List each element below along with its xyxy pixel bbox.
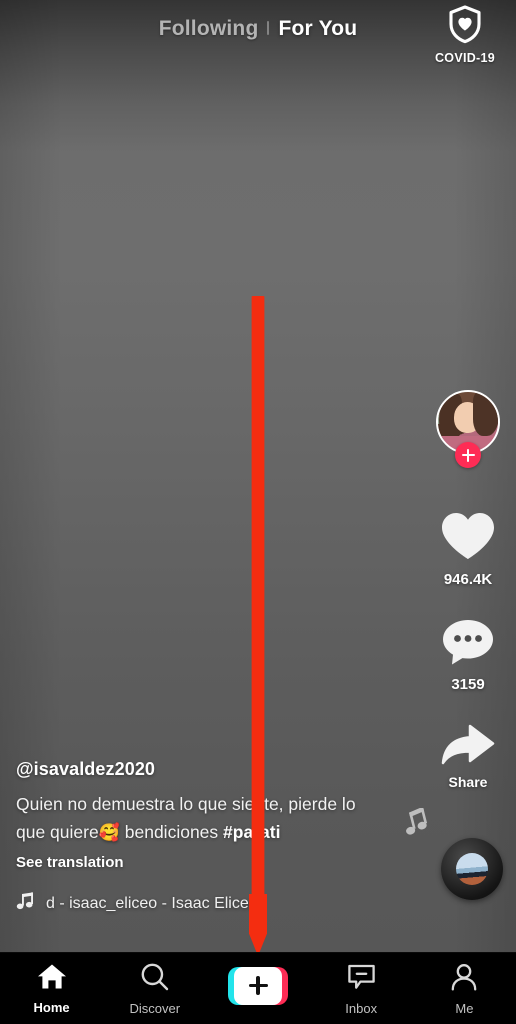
like-count: 946.4K: [443, 571, 493, 588]
tab-following[interactable]: Following: [150, 18, 268, 39]
share-arrow-icon: [441, 724, 495, 771]
search-icon: [140, 962, 169, 996]
video-caption-block: @isavaldez2020 Quien no demuestra lo que…: [16, 759, 388, 916]
music-note-icon: [16, 892, 35, 916]
comment-count: 3159: [451, 676, 485, 693]
inbox-icon: [347, 963, 376, 996]
see-translation-link[interactable]: See translation: [16, 854, 388, 871]
person-icon: [450, 963, 478, 996]
bottom-navigation-bar: Home Discover Inbox Me: [0, 952, 516, 1024]
nav-label-discover: Discover: [129, 1001, 181, 1016]
floating-music-notes-icon: [400, 806, 434, 840]
smiling-face-with-hearts-emoji: 🥰: [98, 823, 120, 842]
song-row[interactable]: d - isaac_eliceo - Isaac Eliceo: [16, 892, 388, 916]
nav-item-discover[interactable]: Discover: [103, 953, 206, 1024]
description-line-2b: bendiciones: [119, 822, 219, 842]
creator-handle[interactable]: @isavaldez2020: [16, 759, 388, 780]
tab-for-you[interactable]: For You: [269, 18, 366, 39]
video-description: Quien no demuestra lo que siente, pierde…: [16, 790, 388, 847]
covid-19-badge[interactable]: COVID-19: [428, 4, 502, 65]
record-cover-art: [456, 853, 488, 885]
hashtag-parati[interactable]: #parati: [223, 822, 280, 842]
action-rail: 946.4K 3159 Share: [420, 390, 516, 789]
nav-item-inbox[interactable]: Inbox: [310, 953, 413, 1024]
share-button[interactable]: Share: [441, 724, 495, 789]
spinning-record-disc[interactable]: [441, 838, 503, 900]
plus-icon-vertical: [466, 448, 470, 462]
song-title: d - isaac_eliceo - Isaac Eliceo: [46, 895, 258, 912]
comment-button[interactable]: 3159: [441, 617, 495, 692]
plus-vertical: [256, 976, 260, 995]
shield-heart-icon: [446, 4, 484, 49]
nav-label-home: Home: [33, 1000, 70, 1015]
create-plus-icon[interactable]: [228, 966, 288, 1005]
description-line-1: Quien no demuestra lo que siente,: [16, 794, 284, 814]
nav-item-home[interactable]: Home: [0, 953, 103, 1024]
nav-label-me: Me: [455, 1000, 474, 1016]
share-label: Share: [448, 774, 488, 790]
nav-label-inbox: Inbox: [345, 1000, 378, 1016]
avatar-wrapper[interactable]: [434, 390, 502, 472]
covid-badge-label: COVID-19: [434, 51, 496, 65]
avatar-hair-right: [472, 392, 498, 437]
creator-avatar-block[interactable]: [434, 390, 502, 472]
nav-item-me[interactable]: Me: [413, 953, 516, 1024]
video-stage[interactable]: Following For You COVID-19 946.4K 3159 S…: [0, 0, 516, 952]
follow-button[interactable]: [455, 442, 481, 468]
like-button[interactable]: 946.4K: [439, 510, 497, 587]
home-icon: [37, 963, 67, 995]
comment-bubble-icon: [441, 617, 495, 672]
heart-icon: [439, 510, 497, 567]
nav-item-create[interactable]: [206, 953, 309, 1024]
